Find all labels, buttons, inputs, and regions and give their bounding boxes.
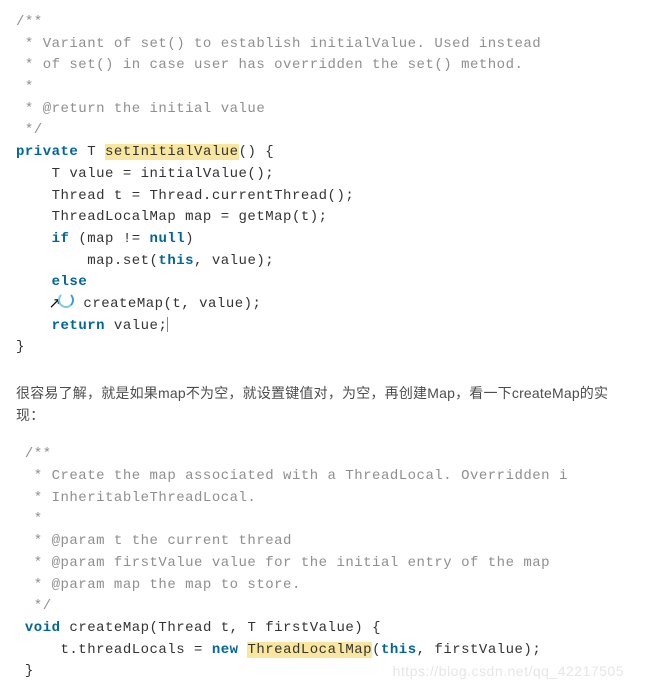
code-text: (map != <box>69 231 149 247</box>
comment-line: * Create the map associated with a Threa… <box>16 468 568 484</box>
comment-line: * @param firstValue value for the initia… <box>16 555 550 571</box>
method-name-highlight: setInitialValue <box>105 144 239 160</box>
comment-line: */ <box>16 122 43 138</box>
code-text: value; <box>105 318 167 334</box>
keyword-null: null <box>150 231 186 247</box>
code-text: } <box>16 339 25 355</box>
comment-line: */ <box>16 598 52 614</box>
comment-line: * @return the initial value <box>16 101 265 117</box>
code-block-2: /** * Create the map associated with a T… <box>16 444 636 683</box>
comment-line: * of set() in case user has overridden t… <box>16 57 523 73</box>
code-block-1: /** * Variant of set() to establish init… <box>16 12 636 359</box>
keyword-return: return <box>52 318 105 334</box>
keyword-new: new <box>212 642 239 658</box>
code-text: ( <box>372 642 381 658</box>
code-line: ThreadLocalMap map = getMap(t); <box>16 209 328 225</box>
code-text: () { <box>239 144 275 160</box>
comment-line: * @param t the current thread <box>16 533 292 549</box>
cursor-with-spinner-icon <box>52 295 66 309</box>
code-text: ) <box>185 231 194 247</box>
comment-line: * <box>16 79 34 95</box>
code-text: , firstValue); <box>417 642 542 658</box>
keyword-else: else <box>52 274 88 290</box>
keyword-private: private <box>16 144 78 160</box>
comment-line: /** <box>16 14 43 30</box>
code-line: T value = initialValue(); <box>16 166 274 182</box>
comment-line: * InheritableThreadLocal. <box>16 490 256 506</box>
keyword-void: void <box>25 620 61 636</box>
code-line: Thread t = Thread.currentThread(); <box>16 188 354 204</box>
code-text: createMap(Thread t, T firstValue) { <box>61 620 381 636</box>
keyword-if: if <box>52 231 70 247</box>
text-cursor-icon <box>167 317 168 332</box>
code-text: } <box>16 663 34 679</box>
comment-line: * @param map the map to store. <box>16 577 301 593</box>
explanation-paragraph: 很容易了解，就是如果map不为空，就设置键值对，为空，再创建Map，看一下cre… <box>16 383 636 426</box>
code-text: map.set( <box>16 253 158 269</box>
comment-line: /** <box>16 446 52 462</box>
comment-line: * <box>16 511 43 527</box>
keyword-this: this <box>158 253 194 269</box>
class-name-highlight: ThreadLocalMap <box>247 642 372 658</box>
code-text: T <box>78 144 105 160</box>
comment-line: * Variant of set() to establish initialV… <box>16 36 541 52</box>
watermark-text: https://blog.csdn.net/qq_42217505 <box>393 661 624 683</box>
keyword-this: this <box>381 642 417 658</box>
code-text: , value); <box>194 253 274 269</box>
code-text: createMap(t, value); <box>66 296 262 312</box>
code-text: t.threadLocals = <box>16 642 212 658</box>
